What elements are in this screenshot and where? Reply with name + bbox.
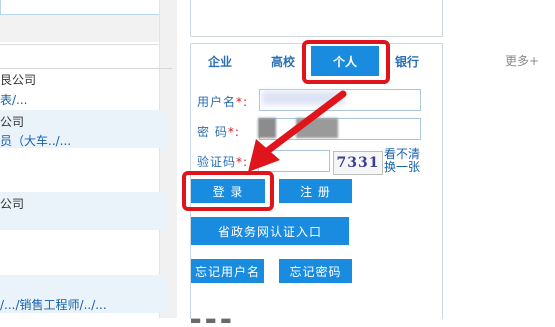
arrow-shaft bbox=[262, 90, 347, 156]
annotation-arrow bbox=[248, 90, 347, 172]
